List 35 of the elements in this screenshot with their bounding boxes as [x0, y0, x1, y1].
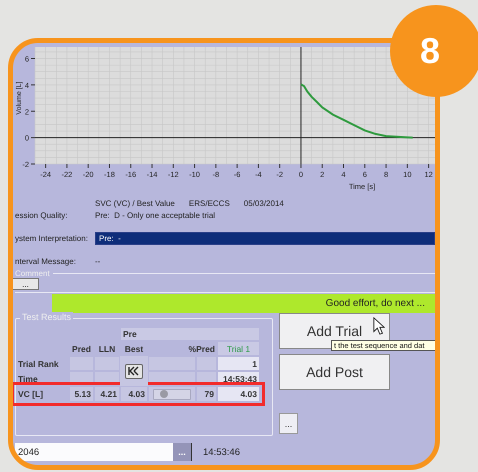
column-header: Pred — [71, 342, 92, 356]
column-header: %Pred — [188, 342, 216, 356]
group-header: Pre — [120, 327, 260, 341]
info-label: ystem Interpretation: — [15, 234, 89, 242]
table-cell: 1 — [217, 356, 260, 371]
message-text: -- — [95, 256, 100, 266]
comment-button[interactable]: ... — [13, 278, 39, 290]
table-cell: 5.13 — [69, 386, 94, 402]
info-label: nterval Message: — [15, 256, 77, 266]
more-button[interactable]: ... — [279, 413, 298, 434]
column-header: LLN — [98, 342, 116, 356]
step-badge: 8 — [390, 5, 478, 97]
row-label: VC [L] — [17, 388, 44, 401]
column-header: Best — [124, 342, 144, 356]
interpretation-field[interactable]: Pre: - — [95, 232, 435, 244]
info-value: Pre: D - Only one acceptable trial — [95, 210, 216, 220]
time-label: 14:53:46 — [203, 446, 240, 458]
message-bar: Good effort, do next ... — [52, 294, 435, 313]
info-label: ession Quality: — [15, 210, 68, 220]
table-cell: 4.03 — [217, 386, 260, 402]
action-button[interactable]: Add Post — [279, 354, 390, 390]
field-value: 2046 — [18, 446, 40, 458]
text-field[interactable]: 2046 ... — [15, 443, 192, 461]
rewind-button[interactable] — [125, 364, 143, 378]
row-label: Trial Rank — [17, 358, 60, 370]
column-header: Trial 1 — [217, 341, 260, 356]
table-cell: 79 — [196, 386, 217, 402]
test-date: 05/03/2014 — [244, 198, 284, 208]
row-label: Time — [17, 372, 39, 386]
rewind-icon — [128, 366, 140, 376]
cursor-icon — [373, 317, 385, 335]
table-cell: 4.03 — [120, 386, 148, 402]
standard-label: ERS/ECCS — [188, 198, 230, 208]
table-cell: 4.21 — [94, 386, 120, 402]
test-title: SVC (VC) / Best Value — [95, 198, 175, 208]
